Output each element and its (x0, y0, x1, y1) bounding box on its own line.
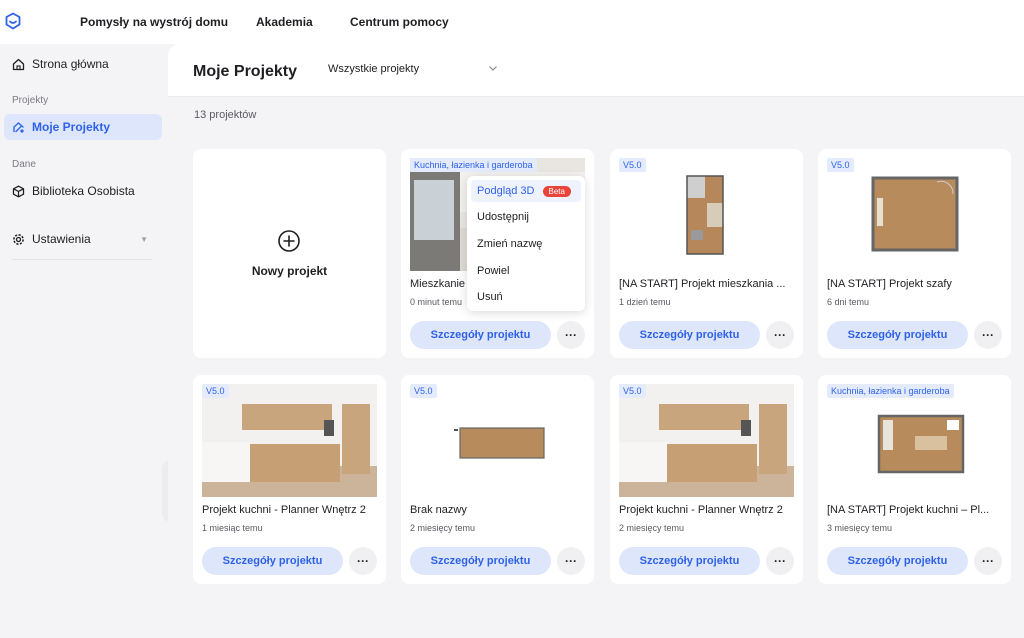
project-card[interactable]: V5.0 Projekt kuchni - Planner Wnętrz 2 1… (193, 375, 386, 584)
menu-item-share[interactable]: Udostępnij (471, 206, 581, 228)
project-time: 0 minut temu (410, 297, 463, 307)
project-thumbnail[interactable] (619, 158, 794, 271)
menu-item-duplicate[interactable]: Powiel (471, 260, 581, 282)
sidebar-item-my-projects[interactable]: Moje Projekty (4, 114, 162, 140)
sidebar-section-projects: Projekty (12, 95, 49, 106)
menu-item-delete[interactable]: Usuń (471, 286, 581, 308)
project-context-menu: Podgląd 3D Beta Udostępnij Zmień nazwę P… (467, 176, 585, 311)
more-options-button[interactable]: ··· (557, 547, 585, 575)
project-title: Projekt kuchni - Planner Wnętrz 2 (202, 504, 366, 516)
project-details-button[interactable]: Szczegóły projektu (827, 547, 968, 575)
project-details-button[interactable]: Szczegóły projektu (827, 321, 968, 349)
sidebar-item-label: Biblioteka Osobista (32, 184, 135, 198)
project-count: 13 projektów (194, 109, 257, 121)
main-content: Moje Projekty Wszystkie projekty 13 proj… (168, 44, 1024, 638)
project-title: [NA START] Projekt mieszkania ... (619, 278, 786, 290)
project-version-badge: V5.0 (827, 158, 854, 172)
sidebar-item-label: Moje Projekty (32, 120, 111, 134)
project-time: 3 miesięcy temu (827, 523, 893, 533)
page-title: Moje Projekty (193, 63, 298, 80)
project-card[interactable]: V5.0 [NA START] Projekt szafy 6 dni temu… (818, 149, 1011, 358)
project-card[interactable]: Kuchnia, łazienka i garderoba [NA START]… (818, 375, 1011, 584)
project-time: 2 miesięcy temu (410, 523, 476, 533)
menu-item-label: Podgląd 3D (477, 185, 535, 197)
more-options-button[interactable]: ··· (974, 547, 1002, 575)
project-version-badge: V5.0 (619, 384, 646, 398)
new-project-label: Nowy projekt (251, 264, 328, 278)
project-title: [NA START] Projekt szafy (827, 278, 952, 290)
sidebar-item-settings[interactable]: Ustawienia ▼ (4, 226, 162, 252)
project-category-badge: Kuchnia, łazienka i garderoba (827, 384, 954, 398)
project-version-badge: V5.0 (619, 158, 646, 172)
home-icon (12, 58, 25, 70)
project-card[interactable]: V5.0 Projekt kuchni - Planner Wnętrz 2 2… (610, 375, 803, 584)
plus-circle-icon (278, 230, 300, 252)
project-thumbnail[interactable] (827, 384, 1002, 497)
sidebar-item-library[interactable]: Biblioteka Osobista (4, 178, 162, 204)
project-details-button[interactable]: Szczegóły projektu (410, 321, 551, 349)
sidebar-item-label: Ustawienia (32, 232, 91, 246)
logo-icon[interactable] (4, 12, 22, 30)
project-details-button[interactable]: Szczegóły projektu (619, 547, 760, 575)
project-version-badge: V5.0 (202, 384, 229, 398)
new-project-card[interactable]: Nowy projekt (193, 149, 386, 358)
project-thumbnail[interactable] (619, 384, 794, 497)
sidebar-divider (12, 259, 152, 260)
project-category-badge: Kuchnia, łazienka i garderoba (410, 158, 537, 172)
main-header: Moje Projekty Wszystkie projekty (168, 44, 1024, 97)
chevron-down-icon: ▼ (140, 234, 148, 244)
more-options-button[interactable]: ··· (766, 321, 794, 349)
project-card[interactable]: V5.0 Brak nazwy 2 miesięcy temu Szczegół… (401, 375, 594, 584)
project-time: 2 miesięcy temu (619, 523, 685, 533)
more-options-button[interactable]: ··· (974, 321, 1002, 349)
project-thumbnail[interactable] (202, 384, 377, 497)
more-options-button[interactable]: ··· (557, 321, 585, 349)
project-title: Projekt kuchni - Planner Wnętrz 2 (619, 504, 783, 516)
gear-icon (13, 233, 24, 245)
nav-academy[interactable]: Akademia (256, 0, 313, 44)
project-card[interactable]: V5.0 [NA START] Projekt mieszkania ... 1… (610, 149, 803, 358)
project-details-button[interactable]: Szczegóły projektu (619, 321, 760, 349)
filter-value: Wszystkie projekty (328, 63, 420, 75)
top-bar: Pomysły na wystrój domu Akademia Centrum… (0, 0, 1024, 44)
sidebar-item-home[interactable]: Strona główna (4, 51, 162, 77)
project-thumbnail[interactable] (827, 158, 1002, 271)
menu-item-rename[interactable]: Zmień nazwę (471, 233, 581, 255)
project-title: [NA START] Projekt kuchni – Pl... (827, 504, 990, 516)
project-title: Brak nazwy (410, 504, 467, 516)
project-thumbnail[interactable] (410, 384, 585, 497)
project-details-button[interactable]: Szczegóły projektu (410, 547, 551, 575)
menu-item-3d-preview[interactable]: Podgląd 3D Beta (471, 180, 581, 202)
beta-badge: Beta (542, 185, 571, 197)
project-filter-dropdown[interactable]: Wszystkie projekty (328, 63, 498, 79)
project-time: 6 dni temu (827, 297, 870, 307)
nav-help-center[interactable]: Centrum pomocy (350, 0, 449, 44)
project-time: 1 miesiąc temu (202, 523, 263, 533)
nav-home-ideas[interactable]: Pomysły na wystrój domu (80, 0, 228, 44)
more-options-button[interactable]: ··· (766, 547, 794, 575)
more-options-button[interactable]: ··· (349, 547, 377, 575)
chevron-down-icon (489, 66, 497, 71)
sidebar-item-label: Strona główna (32, 57, 109, 71)
project-time: 1 dzień temu (619, 297, 671, 307)
project-details-button[interactable]: Szczegóły projektu (202, 547, 343, 575)
cube-icon (12, 185, 25, 197)
sidebar-section-data: Dane (12, 159, 36, 170)
project-version-badge: V5.0 (410, 384, 437, 398)
projects-icon (13, 121, 24, 133)
sidebar: Strona główna Projekty Moje Projekty Dan… (0, 44, 168, 638)
